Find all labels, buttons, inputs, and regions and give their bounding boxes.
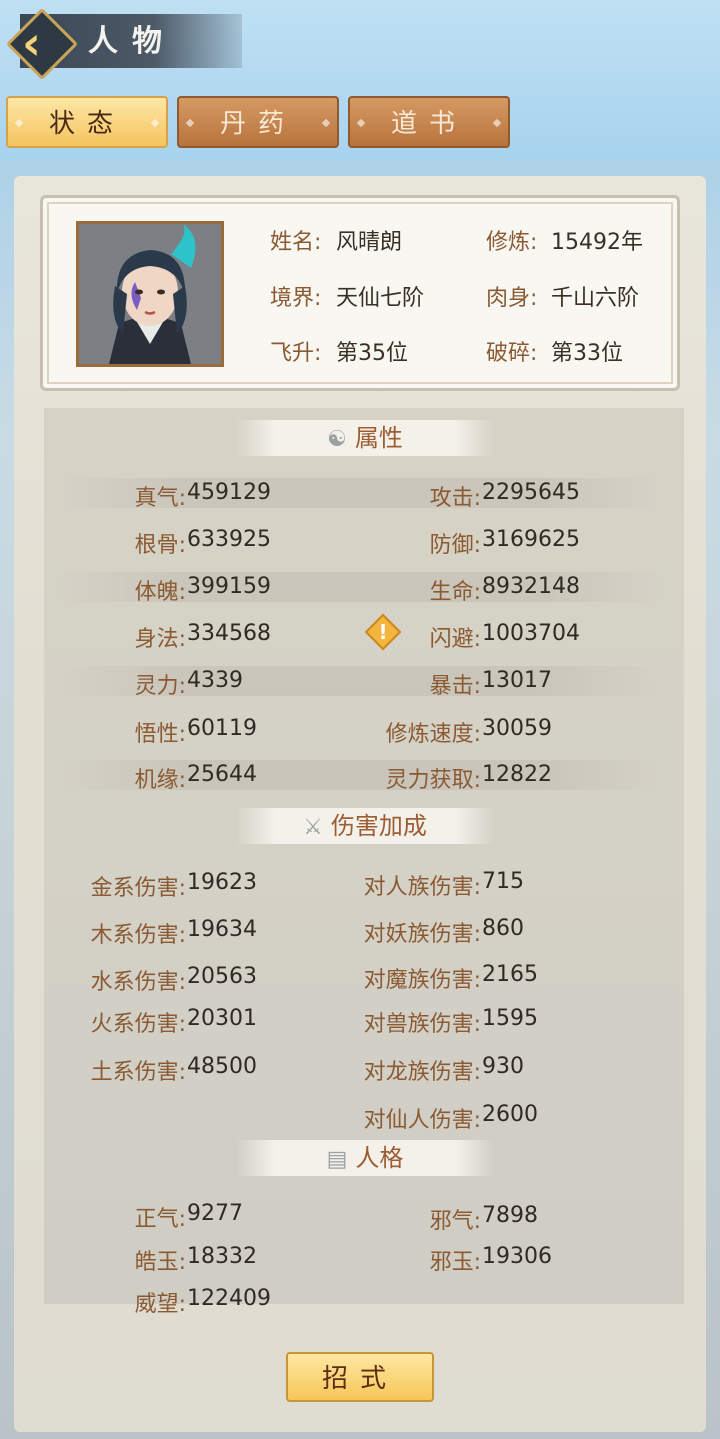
attributes-right-label: 生命: xyxy=(429,580,481,605)
back-arrow-icon[interactable]: ‹ xyxy=(22,18,62,68)
skills-button[interactable]: 招式 xyxy=(286,1352,434,1402)
personality-left-label: 皓玉: xyxy=(134,1250,186,1275)
attributes-left-value: 334568 xyxy=(187,621,271,646)
damage-left-value: 20563 xyxy=(187,964,257,989)
attributes-right-label: 攻击: xyxy=(429,486,481,511)
ascend-value: 第35位 xyxy=(336,341,408,366)
body-label: 肉身: xyxy=(486,286,538,311)
cultivate-label: 修炼: xyxy=(486,230,538,255)
attributes-left-label: 体魄: xyxy=(134,580,186,605)
damage-right-label: 对仙人伤害: xyxy=(363,1108,481,1133)
personality-right-value: 7898 xyxy=(482,1203,538,1228)
attributes-right-label: 暴击: xyxy=(429,674,481,699)
attributes-right-value: 12822 xyxy=(482,762,552,787)
warning-mark: ! xyxy=(378,620,388,644)
page-title: 人物 xyxy=(88,24,176,59)
attributes-right-label: 灵力获取: xyxy=(385,768,481,793)
damage-left-value: 19634 xyxy=(187,917,257,942)
avatar-portrait-icon xyxy=(79,224,221,364)
damage-right-value: 930 xyxy=(482,1054,524,1079)
character-avatar[interactable] xyxy=(76,221,224,367)
shatter-label: 破碎: xyxy=(486,341,538,366)
scroll-icon: ▤ xyxy=(326,1147,348,1172)
damage-right-label: 对妖族伤害: xyxy=(363,922,481,947)
cultivate-value: 15492年 xyxy=(551,230,643,255)
damage-left-label: 金系伤害: xyxy=(90,876,186,901)
personality-right-label: 邪玉: xyxy=(429,1250,481,1275)
tab-pills[interactable]: 丹药 xyxy=(177,96,339,148)
damage-right-label: 对魔族伤害: xyxy=(363,968,481,993)
attributes-left-value: 633925 xyxy=(187,527,271,552)
attributes-left-value: 4339 xyxy=(187,668,243,693)
attributes-left-label: 灵力: xyxy=(134,674,186,699)
name-label: 姓名: xyxy=(270,230,322,255)
damage-right-label: 对兽族伤害: xyxy=(363,1012,481,1037)
attributes-right-value: 30059 xyxy=(482,716,552,741)
attributes-right-value: 2295645 xyxy=(482,480,580,505)
attributes-left-value: 399159 xyxy=(187,574,271,599)
personality-left-value: 9277 xyxy=(187,1201,243,1226)
attributes-left-value: 25644 xyxy=(187,762,257,787)
damage-header: ⚔ 伤害加成 xyxy=(236,808,494,844)
attributes-left-value: 459129 xyxy=(187,480,271,505)
attributes-left-label: 身法: xyxy=(134,627,186,652)
personality-left-label: 正气: xyxy=(134,1207,186,1232)
attributes-right-value: 13017 xyxy=(482,668,552,693)
shatter-value: 第33位 xyxy=(551,341,623,366)
realm-value: 天仙七阶 xyxy=(336,286,425,311)
personality-right-label: 邪气: xyxy=(429,1209,481,1234)
damage-left-label: 土系伤害: xyxy=(90,1060,186,1085)
realm-label: 境界: xyxy=(270,286,322,311)
personality-left-label: 威望: xyxy=(134,1292,186,1317)
attributes-header: ☯ 属性 xyxy=(236,420,494,456)
attributes-left-label: 真气: xyxy=(134,486,186,511)
damage-left-label: 木系伤害: xyxy=(90,923,186,948)
attributes-left-label: 机缘: xyxy=(134,768,186,793)
attributes-left-label: 悟性: xyxy=(134,722,186,747)
attributes-right-label: 防御: xyxy=(429,533,481,558)
damage-left-label: 火系伤害: xyxy=(90,1012,186,1037)
damage-left-value: 19623 xyxy=(187,870,257,895)
name-value: 风晴朗 xyxy=(336,230,403,255)
damage-left-label: 水系伤害: xyxy=(90,970,186,995)
attributes-right-value: 8932148 xyxy=(482,574,580,599)
attributes-right-label: 闪避: xyxy=(429,627,481,652)
damage-right-value: 715 xyxy=(482,869,524,894)
attributes-left-value: 60119 xyxy=(187,716,257,741)
attributes-right-value: 3169625 xyxy=(482,527,580,552)
personality-left-value: 122409 xyxy=(187,1286,271,1311)
ascend-label: 飞升: xyxy=(270,341,322,366)
tab-books[interactable]: 道书 xyxy=(348,96,510,148)
yin-yang-icon: ☯ xyxy=(327,427,347,452)
damage-right-value: 2600 xyxy=(482,1102,538,1127)
attributes-right-label: 修炼速度: xyxy=(385,722,481,747)
tab-status[interactable]: 状态 xyxy=(6,96,168,148)
damage-right-label: 对人族伤害: xyxy=(363,875,481,900)
damage-right-label: 对龙族伤害: xyxy=(363,1060,481,1085)
body-value: 千山六阶 xyxy=(551,286,640,311)
personality-header: ▤ 人格 xyxy=(236,1140,494,1176)
personality-right-value: 19306 xyxy=(482,1244,552,1269)
damage-left-value: 48500 xyxy=(187,1054,257,1079)
damage-left-value: 20301 xyxy=(187,1006,257,1031)
crossed-swords-icon: ⚔ xyxy=(303,815,323,840)
attributes-right-value: 1003704 xyxy=(482,621,580,646)
damage-right-value: 860 xyxy=(482,916,524,941)
damage-right-value: 2165 xyxy=(482,962,538,987)
attributes-left-label: 根骨: xyxy=(134,533,186,558)
personality-left-value: 18332 xyxy=(187,1244,257,1269)
damage-right-value: 1595 xyxy=(482,1006,538,1031)
